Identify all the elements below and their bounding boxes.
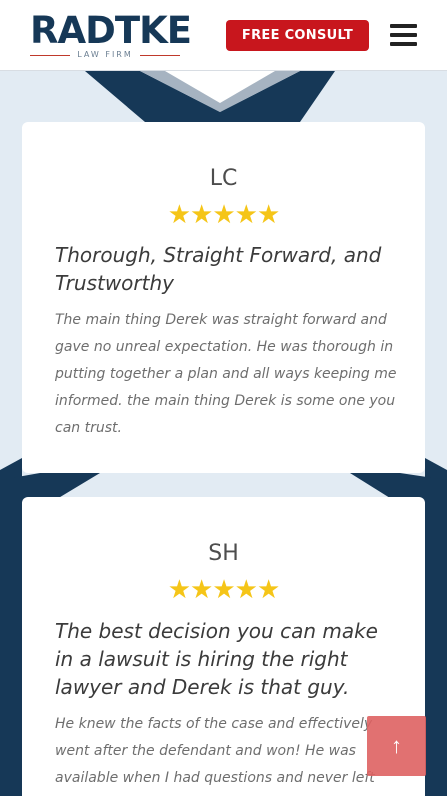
star-rating-icon: ★★★★★ xyxy=(167,200,281,230)
logo-wordmark: RADTKE xyxy=(30,9,192,52)
review-title: Thorough, Straight Forward, and Trustwor… xyxy=(55,243,382,295)
star-rating-icon: ★★★★★ xyxy=(167,575,281,605)
logo-rule-right xyxy=(140,55,180,56)
firm-logo[interactable]: RADTKE LAW FIRM xyxy=(30,10,192,60)
reviewer-initials: SH xyxy=(208,541,239,566)
free-consult-button[interactable]: FREE CONSULT xyxy=(226,20,369,51)
review-card: LC ★★★★★ Thorough, Straight Forward, and… xyxy=(22,122,425,473)
scroll-to-top-button[interactable]: ↑ xyxy=(367,716,426,776)
review-card: SH ★★★★★ The best decision you can make … xyxy=(22,497,425,796)
review-body: The main thing Derek was straight forwar… xyxy=(55,312,397,436)
site-header: RADTKE LAW FIRM FREE CONSULT xyxy=(0,0,447,71)
review-body: He knew the facts of the case and effect… xyxy=(55,716,375,786)
reviewer-initials: LC xyxy=(209,166,238,191)
hamburger-menu-icon[interactable] xyxy=(390,24,417,47)
review-title: The best decision you can make in a laws… xyxy=(55,619,378,699)
